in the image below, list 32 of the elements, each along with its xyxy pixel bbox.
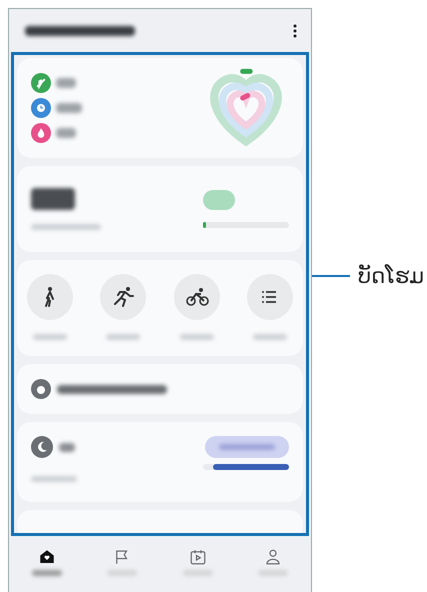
blurred-text bbox=[182, 570, 213, 576]
blurred-text bbox=[56, 128, 76, 138]
steps-card[interactable] bbox=[17, 166, 303, 252]
exercise-button[interactable] bbox=[27, 274, 73, 320]
blurred-text bbox=[180, 334, 214, 340]
video-icon bbox=[188, 548, 207, 566]
running-icon bbox=[111, 285, 136, 309]
blurred-text bbox=[252, 334, 287, 340]
home-icon bbox=[38, 548, 56, 566]
blurred-text bbox=[31, 224, 101, 230]
exercise-button[interactable] bbox=[100, 274, 146, 320]
callout-label: ບັດໂຮມ bbox=[358, 264, 424, 288]
blurred-text bbox=[56, 78, 76, 88]
exercise-button[interactable] bbox=[246, 274, 293, 320]
steps-goal-badge bbox=[203, 190, 235, 210]
blurred-text bbox=[32, 570, 62, 576]
person-icon bbox=[264, 548, 282, 566]
blurred-text bbox=[56, 103, 82, 113]
blurred-text bbox=[219, 444, 275, 450]
blurred-text bbox=[33, 334, 67, 340]
blurred-text bbox=[31, 188, 75, 210]
activity-card[interactable] bbox=[17, 58, 303, 158]
moon-icon bbox=[31, 436, 53, 458]
workout-history-card[interactable] bbox=[17, 364, 303, 414]
blurred-text bbox=[59, 442, 75, 452]
more-options-icon[interactable] bbox=[293, 24, 297, 38]
blurred-text bbox=[106, 334, 140, 340]
blurred-text bbox=[31, 476, 77, 482]
sleep-card[interactable] bbox=[17, 422, 303, 502]
blurred-text bbox=[107, 570, 138, 576]
blurred-text bbox=[258, 570, 288, 576]
exercise-button[interactable] bbox=[174, 274, 220, 320]
